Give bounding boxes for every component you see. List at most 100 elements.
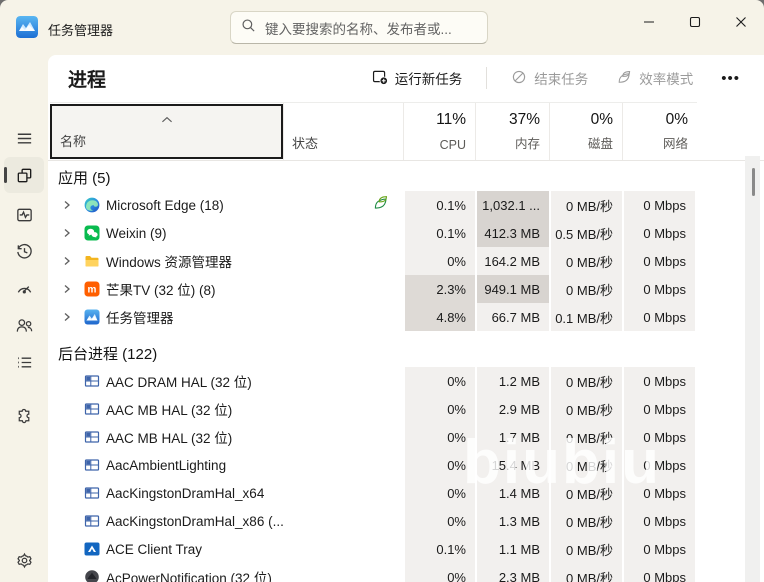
mango-icon: m — [84, 281, 100, 297]
network-cell: 0 Mbps — [622, 395, 697, 423]
scrollbar-thumb[interactable] — [752, 168, 755, 196]
generic-icon — [84, 485, 100, 501]
network-cell: 0 Mbps — [622, 367, 697, 395]
sidebar-item-performance[interactable] — [4, 197, 44, 231]
process-row[interactable]: Windows 资源管理器0%164.2 MB0 MB/秒0 Mbps — [50, 247, 697, 275]
sidebar-item-app-history[interactable] — [4, 234, 44, 268]
process-name: AcPowerNotification (32 位) — [106, 567, 272, 582]
process-name: AacKingstonDramHal_x86 (... — [106, 514, 283, 529]
memory-cell: 66.7 MB — [475, 303, 549, 331]
table-header: 名称 状态 11% CPU 37% 内存 0% 磁盘 0% 网络 — [50, 102, 697, 160]
process-row[interactable]: ACE Client Tray0.1%1.1 MB0 MB/秒0 Mbps — [50, 535, 697, 563]
memory-cell: 15.4 MB — [475, 451, 549, 479]
status-cell — [283, 191, 403, 219]
process-row[interactable]: AcPowerNotification (32 位)0%2.3 MB0 MB/秒… — [50, 563, 697, 582]
expand-chevron-icon[interactable] — [62, 284, 84, 294]
column-header-status[interactable]: 状态 — [283, 103, 403, 160]
app-history-icon — [15, 242, 34, 261]
expand-chevron-icon — [62, 572, 84, 582]
vertical-scrollbar[interactable] — [745, 156, 760, 582]
cpu-cell: 4.8% — [403, 303, 475, 331]
memory-cell: 1.2 MB — [475, 367, 549, 395]
cpu-cell: 0.1% — [403, 535, 475, 563]
process-row[interactable]: AacAmbientLighting0%15.4 MB0 MB/秒0 Mbps — [50, 451, 697, 479]
sidebar-item-menu[interactable] — [4, 121, 44, 155]
group-header[interactable]: 应用 (5) — [50, 163, 697, 191]
status-cell — [283, 247, 403, 275]
memory-cell: 1.3 MB — [475, 507, 549, 535]
maximize-button[interactable] — [672, 0, 718, 44]
details-icon — [15, 353, 34, 372]
expand-chevron-icon[interactable] — [62, 256, 84, 266]
process-table-body: 应用 (5)Microsoft Edge (18)0.1%1,032.1 ...… — [50, 163, 697, 582]
network-cell: 0 Mbps — [622, 275, 697, 303]
process-row[interactable]: AacKingstonDramHal_x86 (... 0%1.3 MB0 MB/… — [50, 507, 697, 535]
close-button[interactable] — [718, 0, 764, 44]
generic-icon — [84, 457, 100, 473]
sidebar-item-processes[interactable] — [4, 157, 44, 193]
sidebar-item-startup-apps[interactable] — [4, 271, 44, 305]
sidebar-item-details[interactable] — [4, 345, 44, 379]
expand-chevron-icon — [62, 432, 84, 442]
process-name-cell: AAC MB HAL (32 位) — [50, 395, 283, 423]
process-row[interactable]: Microsoft Edge (18)0.1%1,032.1 ...0 MB/秒… — [50, 191, 697, 219]
memory-total: 37% — [509, 111, 540, 129]
process-row[interactable]: AAC MB HAL (32 位)0%2.9 MB0 MB/秒0 Mbps — [50, 395, 697, 423]
status-cell — [283, 423, 403, 451]
process-row[interactable]: 任务管理器4.8%66.7 MB0.1 MB/秒0 Mbps — [50, 303, 697, 331]
column-header-disk[interactable]: 0% 磁盘 — [549, 103, 622, 160]
expand-chevron-icon[interactable] — [62, 312, 84, 322]
generic-icon — [84, 373, 100, 389]
status-cell — [283, 451, 403, 479]
search-icon — [241, 18, 256, 38]
process-row[interactable]: m芒果TV (32 位) (8)2.3%949.1 MB0 MB/秒0 Mbps — [50, 275, 697, 303]
end-task-button[interactable]: 结束任务 — [501, 62, 598, 94]
run-new-task-button[interactable]: 运行新任务 — [361, 62, 473, 94]
group-header[interactable]: 后台进程 (122) — [50, 339, 697, 367]
cpu-cell: 0% — [403, 507, 475, 535]
status-cell — [283, 303, 403, 331]
memory-cell: 412.3 MB — [475, 219, 549, 247]
disk-total: 0% — [591, 111, 613, 129]
process-row[interactable]: AAC DRAM HAL (32 位)0%1.2 MB0 MB/秒0 Mbps — [50, 367, 697, 395]
status-cell — [283, 275, 403, 303]
network-cell: 0 Mbps — [622, 423, 697, 451]
performance-icon — [15, 205, 34, 224]
column-header-cpu[interactable]: 11% CPU — [403, 103, 475, 160]
expand-chevron-icon[interactable] — [62, 200, 84, 210]
process-name-cell: ACE Client Tray — [50, 535, 283, 563]
column-header-name[interactable]: 名称 — [50, 104, 283, 159]
sidebar-item-settings[interactable] — [4, 543, 44, 577]
more-options-button[interactable]: ••• — [711, 64, 750, 93]
column-header-memory[interactable]: 37% 内存 — [475, 103, 549, 160]
minimize-button[interactable] — [626, 0, 672, 44]
disk-cell: 0 MB/秒 — [549, 507, 622, 535]
sidebar-item-users[interactable] — [4, 308, 44, 342]
process-name-cell: AAC MB HAL (32 位) — [50, 423, 283, 451]
users-icon — [15, 316, 34, 335]
process-name: AacKingstonDramHal_x64 — [106, 486, 264, 501]
disk-cell: 0 MB/秒 — [549, 395, 622, 423]
window-title: 任务管理器 — [48, 20, 113, 39]
expand-chevron-icon[interactable] — [62, 228, 84, 238]
search-input[interactable]: 键入要搜索的名称、发布者或... — [230, 11, 488, 44]
process-row[interactable]: AAC MB HAL (32 位)0%1.7 MB0 MB/秒0 Mbps — [50, 423, 697, 451]
disk-cell: 0 MB/秒 — [549, 563, 622, 582]
process-row[interactable]: Weixin (9)0.1%412.3 MB0.5 MB/秒0 Mbps — [50, 219, 697, 247]
column-header-network[interactable]: 0% 网络 — [622, 103, 697, 160]
efficiency-mode-button[interactable]: 效率模式 — [606, 62, 703, 94]
process-row[interactable]: AacKingstonDramHal_x640%1.4 MB0 MB/秒0 Mb… — [50, 479, 697, 507]
disk-cell: 0 MB/秒 — [549, 275, 622, 303]
startup-apps-icon — [15, 279, 34, 298]
search-placeholder: 键入要搜索的名称、发布者或... — [265, 18, 452, 38]
sidebar-item-services[interactable] — [4, 399, 44, 433]
process-name-cell: AacAmbientLighting — [50, 451, 283, 479]
network-cell: 0 Mbps — [622, 303, 697, 331]
cpu-cell: 0.1% — [403, 191, 475, 219]
process-name: Windows 资源管理器 — [106, 251, 232, 271]
network-total: 0% — [666, 111, 688, 129]
status-cell — [283, 219, 403, 247]
sidebar — [0, 55, 48, 582]
disk-cell: 0 MB/秒 — [549, 191, 622, 219]
status-cell — [283, 563, 403, 582]
